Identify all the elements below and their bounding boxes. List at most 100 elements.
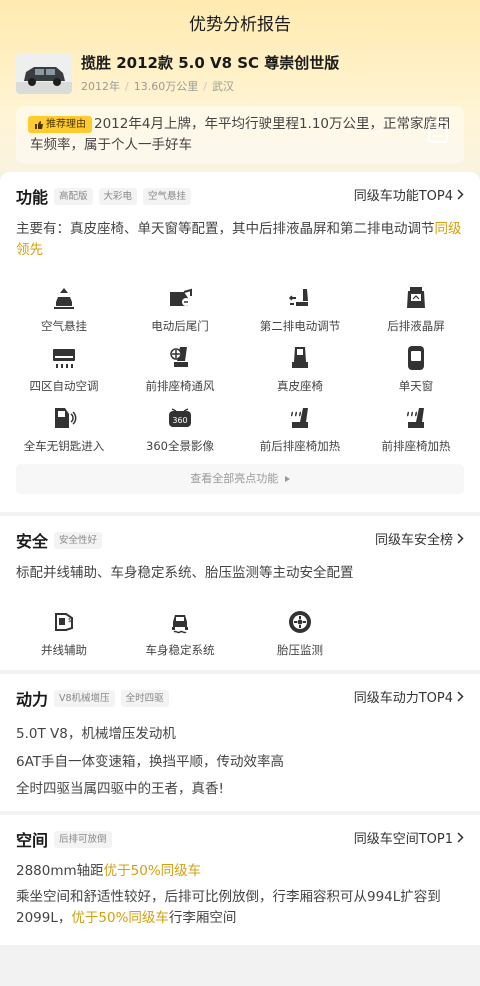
power-drivetrain-text: 全时四驱当属四驱中的王者，真香! xyxy=(16,781,224,797)
feature-label: 全车无钥匙进入 xyxy=(23,439,105,453)
svg-text:360: 360 xyxy=(172,416,187,425)
features-tag: 大彩电 xyxy=(98,187,138,205)
feature-label: 真皮座椅 xyxy=(277,379,323,393)
space-wheelbase-text: 2880mm轴距优于50%同级车 xyxy=(16,861,464,882)
power-ranking-link[interactable]: 同级车动力TOP4 xyxy=(354,687,464,706)
feature-item[interactable]: 前后排座椅加热 xyxy=(240,404,360,454)
view-all-features-button[interactable]: 查看全部亮点功能 xyxy=(16,464,464,494)
space-title: 空间 xyxy=(16,831,49,850)
recommend-reason-tag-label: 推荐理由 xyxy=(46,119,86,130)
space-section: 空间 后排可放倒 同级车空间TOP1 2880mm轴距优于50%同级车 乘坐空间… xyxy=(0,815,480,945)
feature-item[interactable]: 后排液晶屏 xyxy=(356,284,476,334)
front-seat-heating-icon xyxy=(406,408,424,428)
feature-item[interactable]: 全车无钥匙进入 xyxy=(4,404,124,454)
power-tag: 全时四驱 xyxy=(120,689,169,707)
car-mileage: 13.60万公里 xyxy=(133,80,199,93)
space-header: 空间 后排可放倒 xyxy=(16,827,112,851)
tire-pressure-icon xyxy=(289,611,311,633)
features-section: 功能 高配版 大彩电 空气悬挂 同级车功能TOP4 主要有：真皮座椅、单天窗等配… xyxy=(0,172,480,512)
safety-label: 胎压监测 xyxy=(277,643,323,657)
power-tailgate-icon xyxy=(170,288,192,306)
feature-item[interactable]: 空气悬挂 xyxy=(4,284,124,334)
air-suspension-icon xyxy=(54,288,74,309)
safety-ranking-link[interactable]: 同级车安全榜 xyxy=(375,529,464,548)
safety-label: 车身稳定系统 xyxy=(145,643,215,657)
camera-360-icon: 360 xyxy=(169,408,191,427)
space-trunk-highlight: 优于50%同级车 xyxy=(71,910,169,926)
triangle-right-icon xyxy=(284,476,290,482)
safety-label: 并线辅助 xyxy=(41,643,87,657)
features-description: 主要有：真皮座椅、单天窗等配置，其中后排液晶屏和第二排电动调节同级领先 xyxy=(16,219,464,261)
car-meta: 2012年/13.60万公里 / 武汉 xyxy=(81,80,234,93)
chevron-right-icon xyxy=(457,189,464,200)
features-tag: 空气悬挂 xyxy=(143,187,192,205)
features-desc-text: 主要有：真皮座椅、单天窗等配置，其中后排液晶屏和第二排电动调节 xyxy=(16,221,435,237)
safety-section: 安全 安全性好 同级车安全榜 标配并线辅助、车身稳定系统、胎压监测等主动安全配置… xyxy=(0,516,480,670)
recommend-reason-card: 2012年4月上牌，年平均行驶里程1.10万公里，正常家庭用车频率，属于个人一手… xyxy=(16,106,464,164)
power-title: 动力 xyxy=(16,690,49,709)
space-ranking-link[interactable]: 同级车空间TOP1 xyxy=(354,828,464,847)
seat-heating-icon xyxy=(290,408,308,428)
feature-item[interactable]: 前排座椅通风 xyxy=(120,344,240,394)
keyless-entry-icon xyxy=(55,408,77,428)
safety-ranking-label: 同级车安全榜 xyxy=(374,533,453,548)
features-ranking-link[interactable]: 同级车功能TOP4 xyxy=(354,185,464,204)
feature-label: 前排座椅通风 xyxy=(145,379,215,393)
stability-control-icon xyxy=(172,615,188,634)
leather-seat-icon xyxy=(292,347,308,368)
climate-control-icon xyxy=(53,349,75,368)
car-thumbnail[interactable] xyxy=(16,54,72,94)
feature-item[interactable]: 前排座椅加热 xyxy=(356,404,476,454)
feature-item[interactable]: 四区自动空调 xyxy=(4,344,124,394)
thumbs-up-icon xyxy=(35,120,43,129)
feature-label: 空气悬挂 xyxy=(41,319,87,333)
power-header: 动力 V8机械增压 全时四驱 xyxy=(16,686,169,710)
lane-assist-icon: $ xyxy=(55,613,73,631)
chevron-right-icon xyxy=(457,832,464,843)
page-title: 优势分析报告 xyxy=(189,15,291,35)
space-tag: 后排可放倒 xyxy=(54,830,112,848)
safety-item[interactable]: 胎压监测 xyxy=(240,608,360,658)
safety-item[interactable]: 车身稳定系统 xyxy=(120,608,240,658)
sunroof-icon xyxy=(408,346,424,370)
recommend-reason-tag: 推荐理由 xyxy=(28,116,92,133)
feature-item[interactable]: 单天窗 xyxy=(356,344,476,394)
power-tag: V8机械增压 xyxy=(54,689,115,707)
feature-label: 360全景影像 xyxy=(146,439,214,453)
feature-item[interactable]: 真皮座椅 xyxy=(240,344,360,394)
rear-screen-icon xyxy=(407,287,425,308)
second-row-seat-adjust-icon xyxy=(288,289,308,306)
svg-text:$: $ xyxy=(68,617,72,624)
feature-label: 后排液晶屏 xyxy=(387,319,445,333)
seat-ventilation-icon xyxy=(170,347,188,367)
space-trunk-suffix: 行李厢空间 xyxy=(168,910,237,926)
feature-label: 电动后尾门 xyxy=(151,319,209,333)
features-title: 功能 xyxy=(16,188,49,207)
power-ranking-label: 同级车动力TOP4 xyxy=(353,691,453,706)
space-ranking-label: 同级车空间TOP1 xyxy=(353,832,453,847)
space-wheelbase-highlight: 优于50%同级车 xyxy=(103,863,202,879)
feature-label: 四区自动空调 xyxy=(29,379,99,393)
safety-tag: 安全性好 xyxy=(54,531,103,549)
safety-title: 安全 xyxy=(16,532,49,551)
feature-item[interactable]: 第二排电动调节 xyxy=(240,284,360,334)
space-trunk-text: 乘坐空间和舒适性较好，后排可比例放倒，行李厢容积可从994L扩容到2099L，优… xyxy=(16,887,464,929)
power-transmission-text: 6AT手自一体变速箱，换挡平顺，传动效率高 xyxy=(16,754,285,770)
view-all-features-label: 查看全部亮点功能 xyxy=(190,472,279,485)
checklist-watermark-icon xyxy=(428,121,448,143)
power-section: 动力 V8机械增压 全时四驱 同级车动力TOP4 5.0T V8，机械增压发动机… xyxy=(0,674,480,811)
safety-item[interactable]: $ 并线辅助 xyxy=(4,608,124,658)
space-wheelbase-value: 2880mm轴距 xyxy=(16,863,104,879)
feature-item[interactable]: 360 360全景影像 xyxy=(120,404,240,454)
feature-label: 前排座椅加热 xyxy=(381,439,451,453)
features-header: 功能 高配版 大彩电 空气悬挂 xyxy=(16,184,192,208)
recommend-reason-text: 2012年4月上牌，年平均行驶里程1.10万公里，正常家庭用车频率，属于个人一手… xyxy=(30,116,451,153)
feature-item[interactable]: 电动后尾门 xyxy=(120,284,240,334)
safety-description: 标配并线辅助、车身稳定系统、胎压监测等主动安全配置 xyxy=(16,565,354,581)
features-tag: 高配版 xyxy=(54,187,93,205)
power-engine-text: 5.0T V8，机械增压发动机 xyxy=(16,726,176,742)
chevron-right-icon xyxy=(457,691,464,702)
chevron-right-icon xyxy=(457,533,464,544)
safety-header: 安全 安全性好 xyxy=(16,528,103,552)
car-year: 2012年 xyxy=(81,80,120,93)
